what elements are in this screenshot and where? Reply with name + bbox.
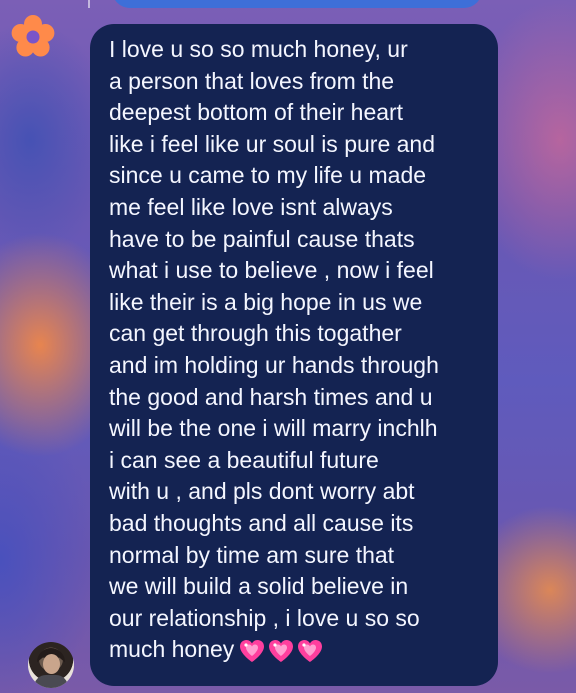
message-line: with u , and pls dont worry abt xyxy=(109,478,415,505)
flower-reaction-icon[interactable] xyxy=(10,14,56,60)
avatar-shirt xyxy=(34,675,68,688)
message-line: will be the one i will marry inchlh xyxy=(109,415,438,442)
message-line: normal by time am sure that xyxy=(109,541,395,568)
message-line: we will build a solid believe in xyxy=(109,573,409,600)
message-line: like their is a big hope in us we xyxy=(109,288,423,315)
message-line: what i use to believe , now i feel xyxy=(109,257,434,284)
message-line: I love u so so much honey, ur xyxy=(109,36,408,62)
message-bubble[interactable]: I love u so so much honey, ur a person th… xyxy=(90,24,498,686)
scroll-divider xyxy=(88,0,90,8)
message-line: a person that loves from the xyxy=(109,67,395,94)
previous-message-bubble[interactable] xyxy=(112,0,482,8)
message-line: me feel like love isnt always xyxy=(109,193,393,220)
avatar-face xyxy=(43,654,60,674)
sparkling-heart-icon xyxy=(298,640,323,663)
message-last-line-text: much honey xyxy=(109,636,235,663)
sender-avatar[interactable] xyxy=(28,642,74,688)
message-line: have to be painful cause thats xyxy=(109,225,415,252)
message-line: i can see a beautiful future xyxy=(109,446,379,473)
message-line: deepest bottom of their heart xyxy=(109,99,404,126)
message-line: our relationship , i love u so so xyxy=(109,604,420,631)
message-line: can get through this togather xyxy=(109,320,402,347)
message-text: I love u so so much honey, ur a person th… xyxy=(109,34,484,634)
message-line: bad thoughts and all cause its xyxy=(109,509,414,536)
heart-emoji-group xyxy=(238,638,324,664)
sparkling-heart-icon xyxy=(269,640,294,663)
message-line-last: much honey xyxy=(109,634,484,666)
sparkling-heart-icon xyxy=(240,640,265,663)
message-line: the good and harsh times and u xyxy=(109,383,433,410)
message-line: and im holding ur hands through xyxy=(109,351,439,378)
message-line: since u came to my life u made xyxy=(109,162,427,189)
message-line: like i feel like ur soul is pure and xyxy=(109,130,435,157)
